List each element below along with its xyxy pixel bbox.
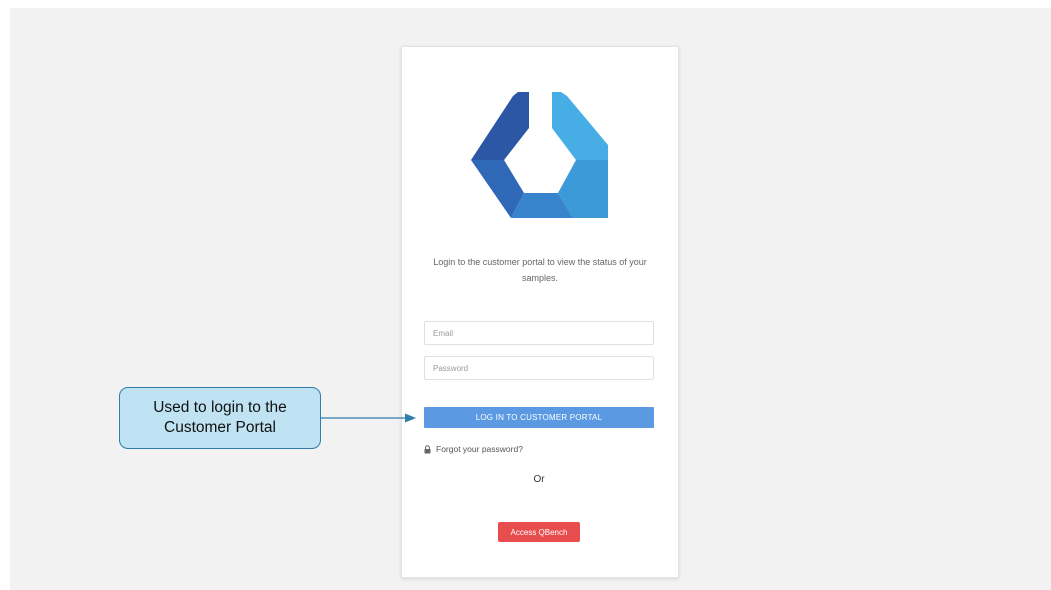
lock-icon: [424, 444, 431, 453]
forgot-password-label: Forgot your password?: [436, 444, 523, 454]
logo-right-arm: [552, 92, 608, 160]
arrow-right-icon: [321, 413, 416, 423]
callout-line-2: Customer Portal: [164, 419, 276, 436]
qbench-logo-icon: [471, 92, 608, 218]
login-intro-text: Login to the customer portal to view the…: [433, 257, 647, 283]
email-field[interactable]: [424, 321, 654, 345]
login-button[interactable]: LOG IN TO CUSTOMER PORTAL: [424, 407, 654, 428]
annotation-callout: Used to login to the Customer Portal: [119, 387, 321, 449]
callout-line-1: Used to login to the: [153, 399, 287, 416]
access-qbench-button[interactable]: Access QBench: [498, 522, 580, 542]
or-separator: Or: [533, 474, 545, 485]
password-field[interactable]: [424, 356, 654, 380]
logo-left-arm: [471, 92, 529, 160]
forgot-password-link[interactable]: Forgot your password?: [424, 443, 523, 455]
